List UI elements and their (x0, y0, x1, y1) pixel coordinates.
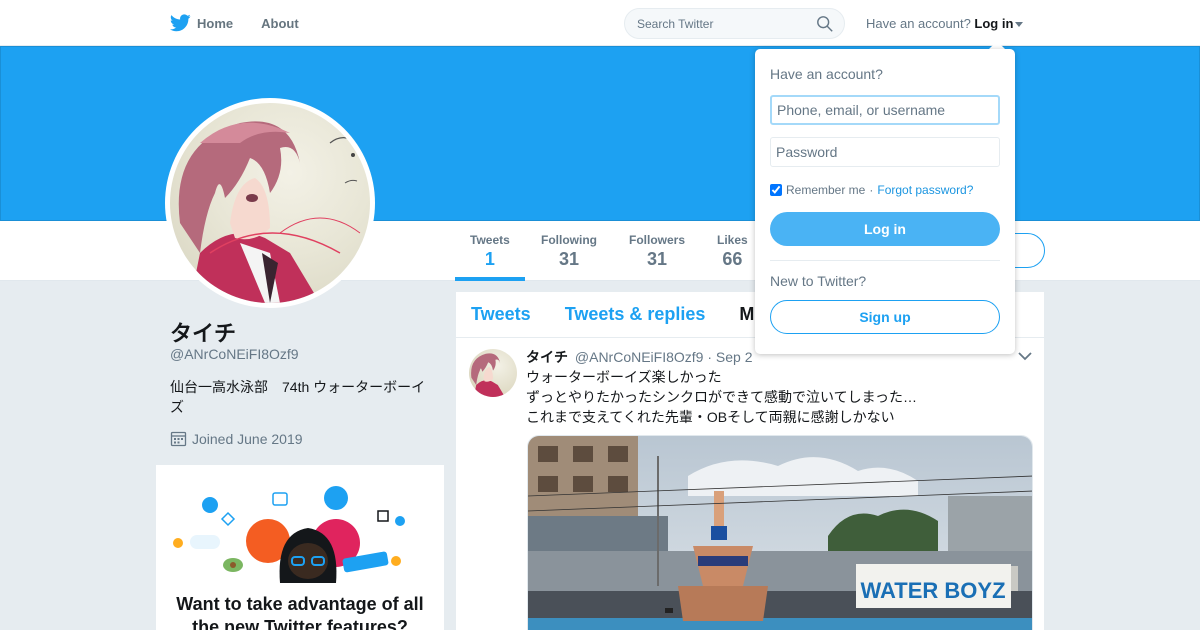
tweet-text: ウォーターボーイズ楽しかった ずっとやりたかったシンクロができて感動で泣いてしま… (526, 367, 1026, 427)
stat-likes[interactable]: Likes 66 (717, 233, 748, 270)
nav-about-label: About (261, 15, 299, 31)
stat-following[interactable]: Following 31 (541, 233, 597, 270)
stat-label: Following (541, 233, 597, 247)
pool-photo: WATER BOYZ (528, 436, 1032, 630)
login-button[interactable]: Log in (770, 212, 1000, 246)
remember-me-label[interactable]: Remember me (786, 183, 865, 197)
account-prompt: Have an account? Log in (866, 16, 1024, 31)
stat-value: 31 (646, 249, 668, 269)
remember-me-checkbox[interactable] (770, 184, 782, 196)
tweet-line: ウォーターボーイズ楽しかった (526, 369, 722, 385)
tweet-author-name[interactable]: タイチ (526, 349, 568, 365)
profile-joined: Joined June 2019 (170, 430, 303, 447)
chevron-down-icon[interactable] (1018, 351, 1032, 361)
profile-bio: 仙台一高水泳部 74th ウォーターボーイズ (170, 379, 426, 415)
water-boyz-sign-text: WATER BOYZ (860, 578, 1005, 603)
anime-avatar-thumbnail (471, 353, 505, 397)
login-dropdown: Have an account? Remember me · Forgot pa… (755, 49, 1015, 354)
tweet-header: タイチ @ANrCoNEiFI8Ozf9 · Sep 2 (526, 347, 753, 367)
tab-tweets-replies[interactable]: Tweets & replies (565, 304, 706, 325)
signup-button[interactable]: Sign up (770, 300, 1000, 334)
nav-home[interactable]: Home (170, 14, 233, 32)
forgot-password-link[interactable]: Forgot password? (877, 183, 973, 197)
joined-text: Joined June 2019 (192, 430, 303, 447)
promo-title: Want to take advantage of all the new Tw… (176, 594, 424, 630)
stat-value: 66 (722, 249, 743, 269)
profile-handle[interactable]: @ANrCoNEiFI8Ozf9 (170, 346, 299, 362)
tab-media[interactable]: M (739, 304, 754, 325)
stat-value: 31 (558, 249, 580, 269)
divider (770, 260, 1000, 261)
promo-card: Want to take advantage of all the new Tw… (156, 465, 444, 630)
stat-followers[interactable]: Followers 31 (629, 233, 685, 270)
calendar-icon (170, 431, 187, 447)
nav-home-label: Home (197, 15, 234, 31)
tab-tweets[interactable]: Tweets (471, 304, 531, 325)
stat-label: Likes (717, 233, 748, 247)
tweet-date[interactable]: · Sep 2 (707, 349, 752, 365)
profile-name: タイチ (170, 321, 237, 346)
caret-down-icon[interactable] (1015, 22, 1024, 28)
tweet-line: ずっとやりたかったシンクロができて感動で泣いてしまった… (526, 389, 918, 405)
search-box (624, 8, 845, 39)
stat-value: 1 (484, 249, 495, 269)
separator-dot: · (869, 183, 874, 197)
stat-label: Followers (629, 233, 686, 247)
stat-tweets[interactable]: Tweets 1 (455, 233, 525, 281)
avatar[interactable] (170, 103, 370, 303)
stat-label: Tweets (470, 233, 510, 247)
username-field[interactable] (770, 95, 1000, 125)
promo-illustration (173, 486, 405, 583)
remember-row: Remember me · Forgot password? (770, 183, 973, 197)
top-navigation-bar: Home About Have an account? Log in (0, 0, 1200, 46)
tweet[interactable]: タイチ @ANrCoNEiFI8Ozf9 · Sep 2 ウォーターボーイズ楽し… (456, 339, 1044, 630)
tweet-photo[interactable]: WATER BOYZ (527, 435, 1033, 630)
login-menu-toggle[interactable]: Log in (974, 16, 1013, 31)
nav-about[interactable]: About (261, 16, 299, 31)
anime-avatar-illustration (178, 121, 361, 303)
search-icon[interactable] (816, 15, 834, 33)
password-field[interactable] (770, 137, 1000, 167)
dropdown-title: Have an account? (770, 66, 883, 82)
tweet-avatar[interactable] (469, 349, 517, 397)
have-account-text: Have an account? (866, 16, 971, 31)
search-input[interactable] (625, 9, 805, 38)
twitter-bird-icon (170, 14, 191, 32)
tweet-line: これまで支えてくれた先輩・OBそして両親に感謝しかない (526, 409, 895, 425)
new-to-twitter-text: New to Twitter? (770, 273, 867, 289)
profile-avatar-frame (165, 98, 375, 308)
tweet-author-handle[interactable]: @ANrCoNEiFI8Ozf9 (575, 349, 704, 365)
